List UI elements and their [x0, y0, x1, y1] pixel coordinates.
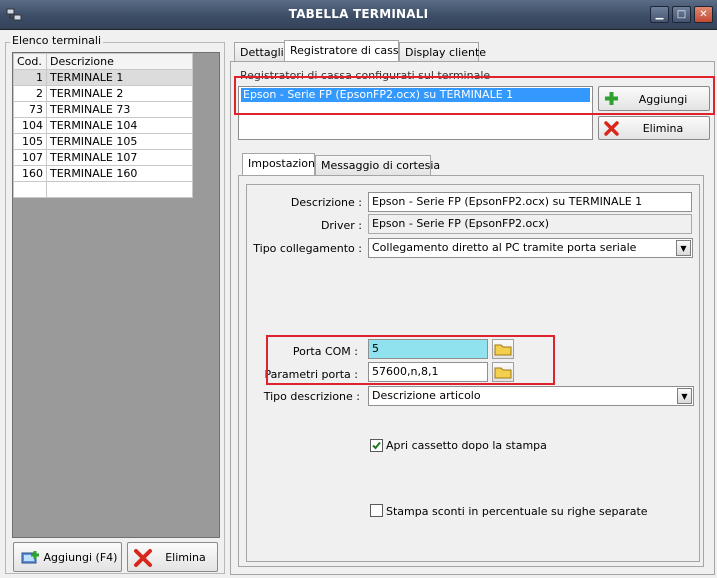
cell-description: TERMINALE 104 — [46, 117, 193, 134]
collegamento-value: Collegamento diretto al PC tramite porta… — [372, 241, 637, 254]
tipo-descrizione-value: Descrizione articolo — [372, 389, 481, 402]
maximize-button[interactable]: □ — [672, 6, 691, 23]
cell-description: TERMINALE 107 — [46, 149, 193, 166]
dropdown-arrow-icon[interactable]: ▼ — [676, 240, 691, 256]
tab-registratore-di-cassa[interactable]: Registratore di cassa — [284, 40, 405, 62]
descrizione-field[interactable]: Epson - Serie FP (EpsonFP2.ocx) su TERMI… — [368, 192, 692, 212]
table-row[interactable]: 107 TERMINALE 107 — [13, 149, 193, 166]
cell-code: 160 — [13, 165, 47, 182]
cell-code: 2 — [13, 85, 47, 102]
cell-description: TERMINALE 160 — [46, 165, 193, 182]
collegamento-select[interactable]: Collegamento diretto al PC tramite porta… — [368, 238, 693, 258]
table-row[interactable]: 105 TERMINALE 105 — [13, 133, 193, 150]
tab-messaggio-di-cortesia[interactable]: Messaggio di cortesia — [315, 155, 440, 175]
descrizione-label: Descrizione : — [290, 196, 362, 209]
column-header-code[interactable]: Cod. — [13, 53, 47, 70]
cell-code: 105 — [13, 133, 47, 150]
table-row-empty[interactable] — [13, 181, 193, 198]
column-header-description[interactable]: Descrizione — [46, 53, 193, 70]
apri-cassetto-label[interactable]: Apri cassetto dopo la stampa — [386, 439, 547, 452]
add-terminal-label: Aggiungi (F4) — [43, 551, 118, 564]
cell-description — [46, 181, 193, 198]
cell-description: TERMINALE 105 — [46, 133, 193, 150]
terminals-table: Cod. Descrizione 1 TERMINALE 1 2 TERMINALE … — [13, 53, 193, 198]
table-row[interactable]: 2 TERMINALE 2 — [13, 85, 193, 102]
delete-register-button[interactable]: Elimina — [598, 116, 710, 140]
minimize-button[interactable]: ▁ — [650, 6, 669, 23]
cell-description: TERMINALE 73 — [46, 101, 193, 118]
delete-terminal-button[interactable]: Elimina — [127, 542, 218, 572]
cell-code: 1 — [13, 69, 47, 86]
close-button[interactable]: ✕ — [694, 6, 713, 23]
collegamento-label: Tipo collegamento : — [253, 242, 362, 255]
terminals-grid[interactable]: Cod. Descrizione 1 TERMINALE 1 2 TERMINALE … — [12, 52, 220, 538]
tab-dettagli[interactable]: Dettagli — [234, 42, 285, 62]
stampa-sconti-label[interactable]: Stampa sconti in percentuale su righe se… — [386, 505, 648, 518]
tipo-descrizione-label: Tipo descrizione : — [263, 390, 360, 403]
tipo-descrizione-select[interactable]: Descrizione articolo ▼ — [368, 386, 694, 406]
table-row[interactable]: 1 TERMINALE 1 — [13, 69, 193, 86]
add-terminal-button[interactable]: Aggiungi (F4) — [13, 542, 122, 572]
table-row[interactable]: 104 TERMINALE 104 — [13, 117, 193, 134]
cell-code: 104 — [13, 117, 47, 134]
driver-field: Epson - Serie FP (EpsonFP2.ocx) — [368, 214, 692, 234]
tab-display-cliente[interactable]: Display cliente — [399, 42, 486, 62]
delete-register-label: Elimina — [642, 122, 684, 135]
table-row[interactable]: 73 TERMINALE 73 — [13, 101, 193, 118]
cell-code: 107 — [13, 149, 47, 166]
apri-cassetto-checkbox[interactable] — [370, 439, 383, 452]
tab-impostazioni[interactable]: Impostazioni — [242, 153, 318, 175]
cell-description: TERMINALE 2 — [46, 85, 193, 102]
window-title: TABELLA TERMINALI — [288, 7, 429, 21]
checkmark-icon — [372, 441, 381, 450]
title-bar: TABELLA TERMINALI ▁ □ ✕ — [0, 0, 717, 30]
stampa-sconti-checkbox[interactable] — [370, 504, 383, 517]
highlight-outline-port — [266, 335, 555, 385]
delete-terminal-label: Elimina — [165, 551, 206, 564]
cell-description: TERMINALE 1 — [46, 69, 193, 86]
table-row[interactable]: 160 TERMINALE 160 — [13, 165, 193, 182]
delete-icon — [134, 549, 152, 567]
highlight-outline-registers — [234, 76, 715, 115]
cell-code — [13, 181, 47, 198]
driver-label: Driver : — [320, 219, 362, 232]
terminals-legend: Elenco terminali — [10, 34, 104, 47]
dropdown-arrow-icon[interactable]: ▼ — [677, 388, 692, 404]
cell-code: 73 — [13, 101, 47, 118]
